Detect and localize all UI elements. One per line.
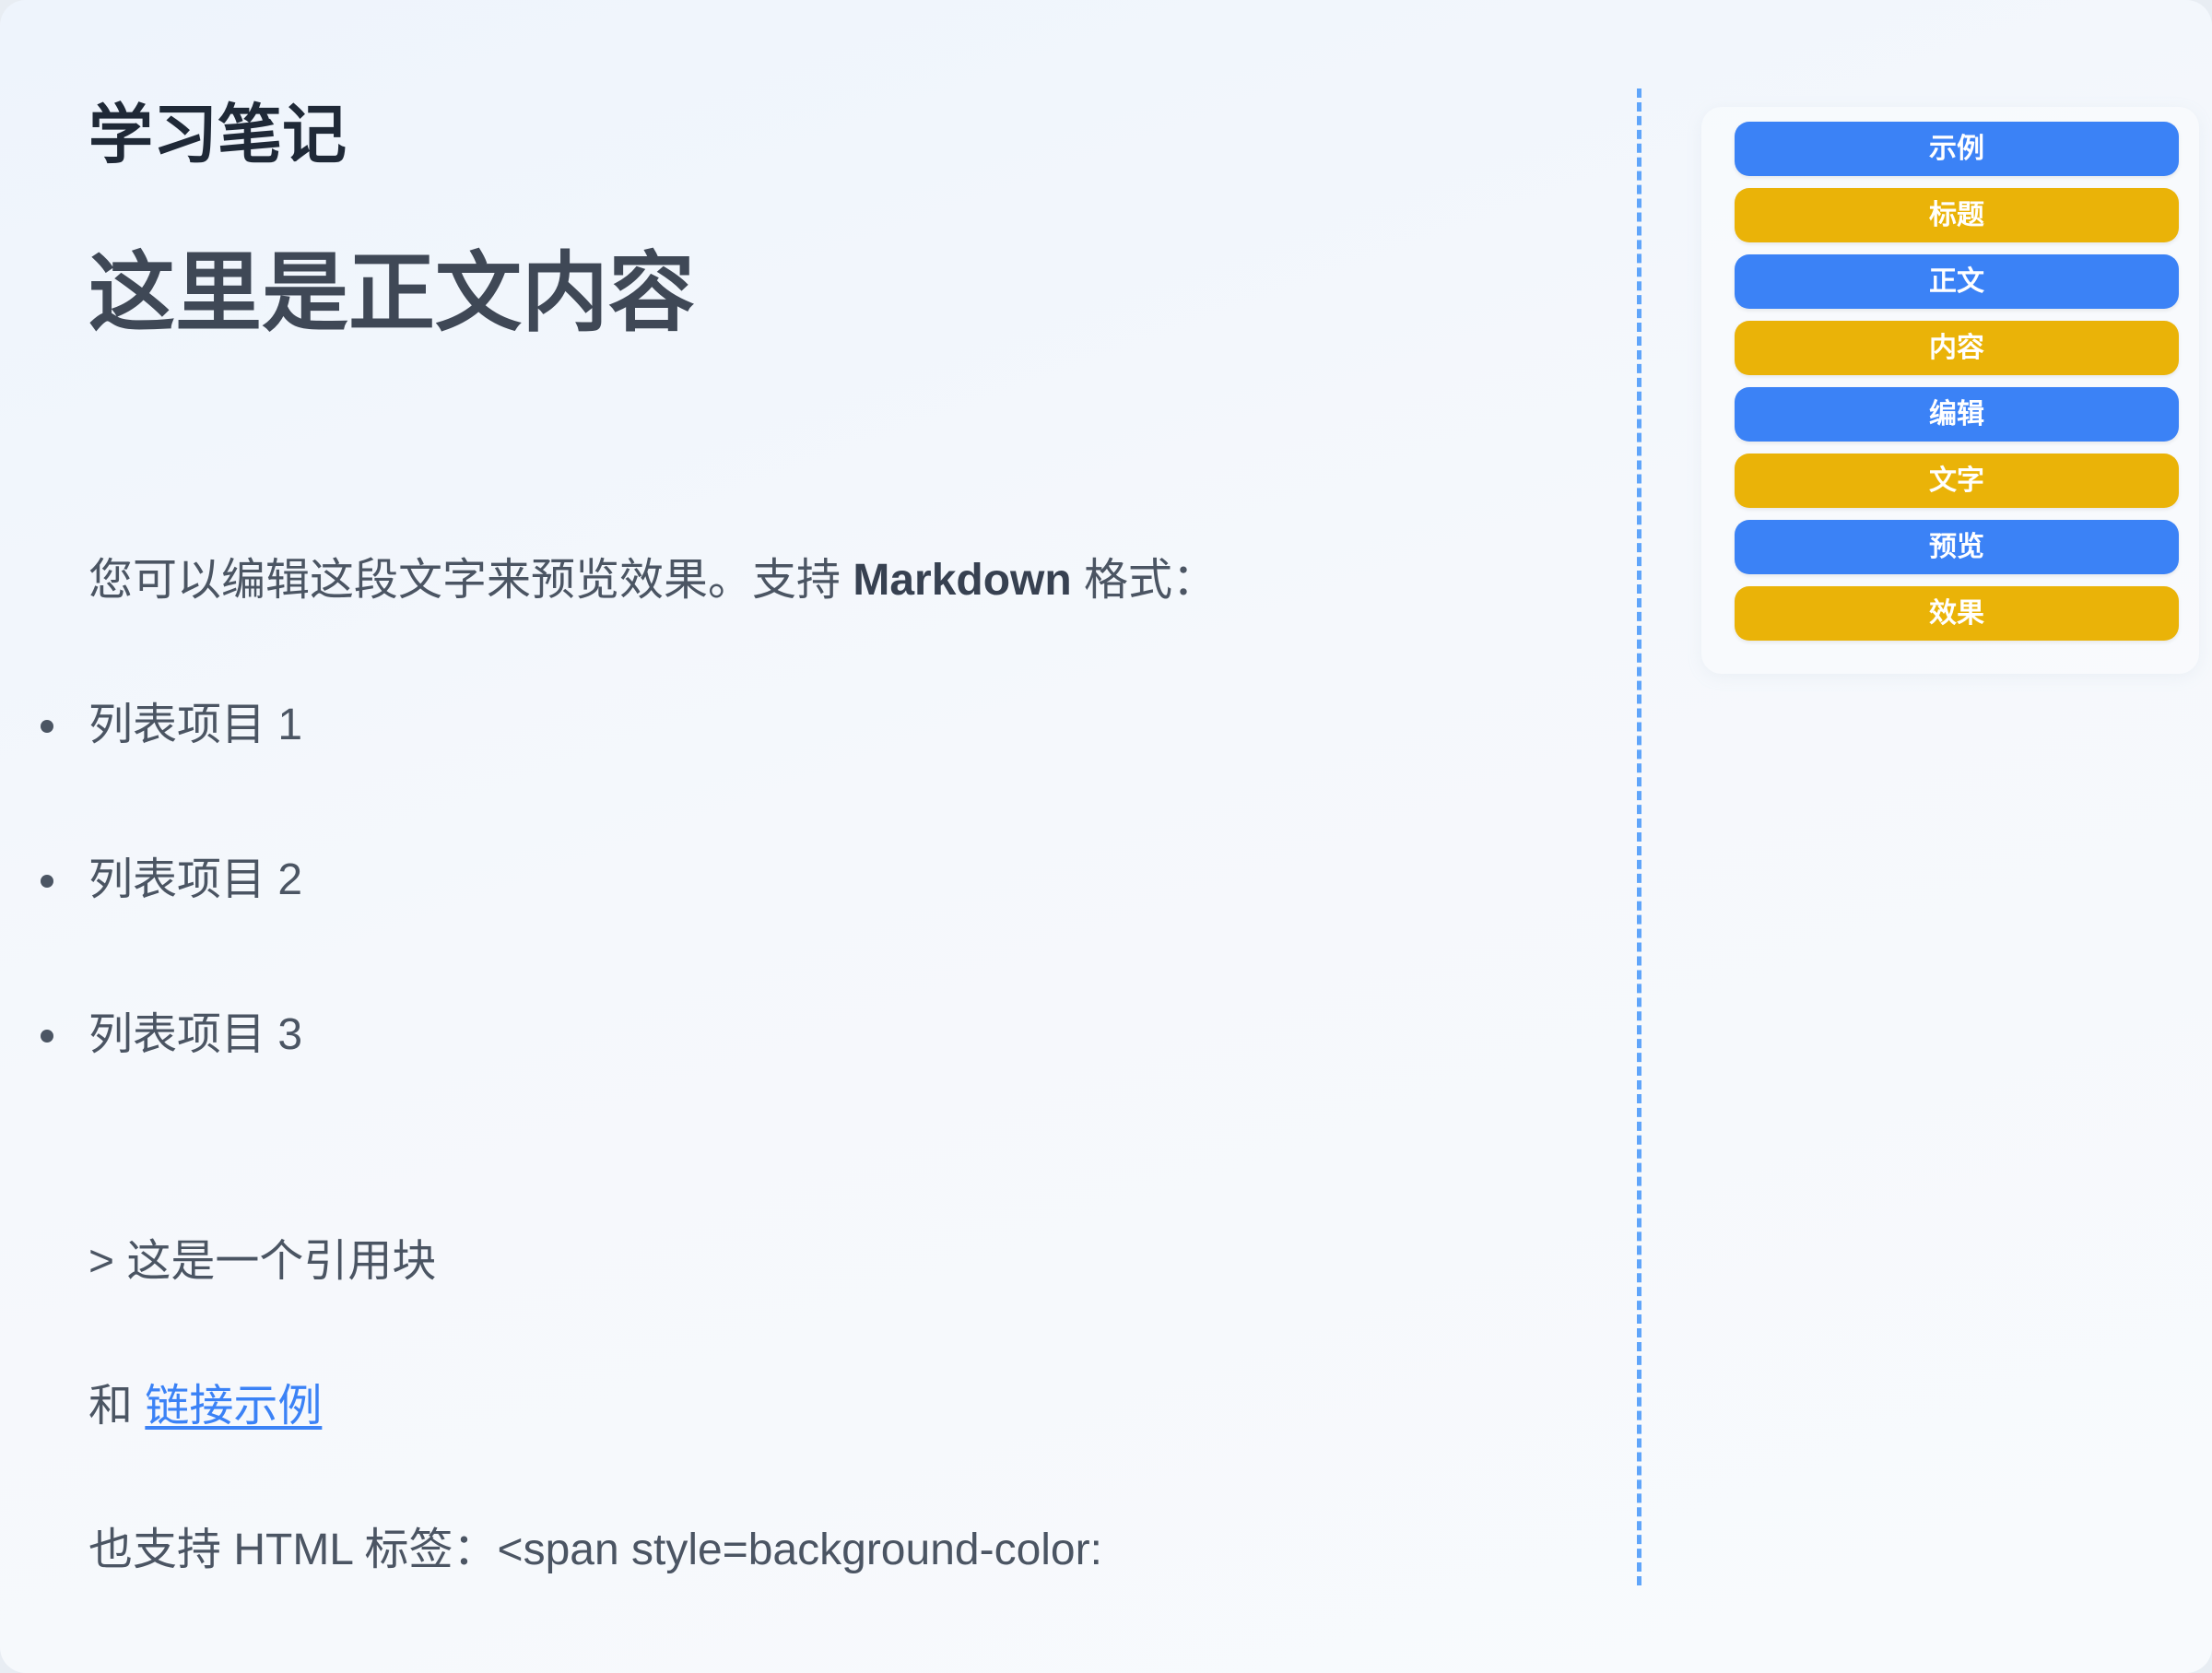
list-item: 列表项目 2 [41, 851, 303, 910]
intro-text: 您可以编辑这段文字来预览效果。支持 [88, 556, 853, 605]
bullet-dot-icon [41, 875, 53, 888]
intro-bold-text: Markdown [853, 556, 1072, 605]
bullet-dot-icon [41, 1030, 53, 1043]
page-title: 学习笔记 [88, 99, 347, 171]
list-item-label: 列表项目 2 [88, 855, 303, 904]
list-item: 列表项目 3 [41, 1006, 303, 1065]
tag-button-title[interactable]: 标题 [1735, 188, 2179, 242]
link-prefix: 和 [88, 1382, 146, 1431]
list-item: 列表项目 1 [41, 696, 303, 755]
quote-line: > 这是一个引用块 [88, 1237, 437, 1286]
document-heading: 这里是正文内容 [88, 244, 696, 341]
list-item-label: 列表项目 3 [88, 1010, 303, 1059]
tag-button-preview[interactable]: 预览 [1735, 520, 2179, 574]
column-divider [1637, 88, 1641, 1585]
link-paragraph: 和 链接示例 [88, 1377, 322, 1436]
note-content: 学习笔记 这里是正文内容 您可以编辑这段文字来预览效果。支持 Markdown … [0, 0, 1622, 1673]
tag-button-body[interactable]: 正文 [1735, 254, 2179, 309]
tag-button-text[interactable]: 文字 [1735, 454, 2179, 508]
example-link[interactable]: 链接示例 [145, 1382, 322, 1431]
intro-paragraph: 您可以编辑这段文字来预览效果。支持 Markdown 格式： [88, 551, 1217, 610]
tag-panel: 示例 标题 正文 内容 编辑 文字 预览 效果 [1701, 107, 2199, 674]
html-tag-line: 也支持 HTML 标签：<span style=background-color… [88, 1526, 1102, 1574]
tag-button-edit[interactable]: 编辑 [1735, 387, 2179, 442]
tag-button-effect[interactable]: 效果 [1735, 586, 2179, 641]
app-window: 学习笔记 这里是正文内容 您可以编辑这段文字来预览效果。支持 Markdown … [0, 0, 2212, 1673]
intro-text-end: 格式： [1071, 556, 1218, 605]
tag-button-content[interactable]: 内容 [1735, 321, 2179, 375]
list-item-label: 列表项目 1 [88, 701, 303, 749]
bullet-dot-icon [41, 720, 53, 733]
tag-button-example[interactable]: 示例 [1735, 122, 2179, 176]
